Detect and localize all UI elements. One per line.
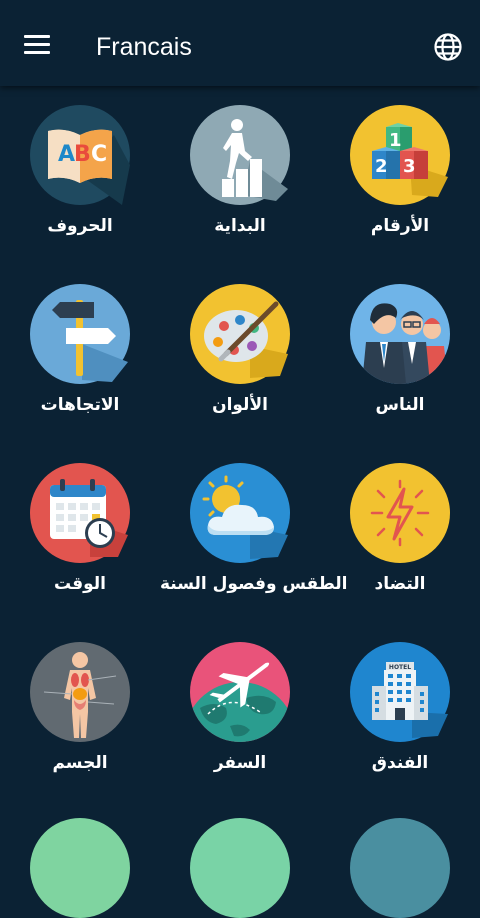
lightning-icon [350,463,450,563]
alphabet-book-icon: A B C [30,105,130,205]
svg-text:1: 1 [389,130,402,151]
category-label: الفندق [371,753,429,773]
category-letters[interactable]: A B C الحروف [0,86,160,256]
category-label: السفر [213,753,267,773]
app-title: Francais [96,33,192,61]
svg-text:C: C [91,142,107,167]
category-label: البداية [214,216,266,236]
category-label: الأرقام [370,216,430,236]
category-label: الناس [375,395,425,415]
category-partial-icon[interactable] [190,818,290,918]
svg-text:2: 2 [375,156,388,177]
paint-palette-icon [190,284,290,384]
category-travel[interactable]: السفر [160,623,320,793]
number-blocks-icon: 1 2 3 [350,105,450,205]
category-body[interactable]: الجسم [0,623,160,793]
svg-text:3: 3 [403,156,416,177]
category-label: التضاد [374,574,426,594]
app-bar: Francais [0,0,480,86]
category-people[interactable]: الناس [320,265,480,435]
climbing-stairs-icon [190,105,290,205]
svg-text:B: B [74,142,91,167]
airplane-globe-icon [190,642,290,742]
direction-signpost-icon [30,284,130,384]
globe-icon[interactable] [433,32,463,62]
category-label: الحروف [47,216,113,236]
hamburger-menu-icon[interactable] [24,35,50,55]
calendar-clock-icon [30,463,130,563]
category-directions[interactable]: الاتجاهات [0,265,160,435]
human-body-icon [30,642,130,742]
category-partial-icon[interactable] [350,818,450,918]
category-hotel[interactable]: HOTEL الفندق [320,623,480,793]
category-time[interactable]: الوقت [0,444,160,614]
category-label: الألوان [212,395,268,415]
category-weather-seasons[interactable]: الطقس وفصول السنة [160,444,348,614]
svg-text:A: A [58,142,75,167]
svg-text:HOTEL: HOTEL [389,664,411,671]
hotel-building-icon: HOTEL [350,642,450,742]
sun-cloud-icon [190,463,290,563]
category-label: الاتجاهات [40,395,120,415]
category-opposites[interactable]: التضاد [320,444,480,614]
category-label: الوقت [54,574,106,594]
category-beginning[interactable]: البداية [160,86,320,256]
category-numbers[interactable]: 1 2 3 الأرقام [320,86,480,256]
category-colors[interactable]: الألوان [160,265,320,435]
category-label: الطقس وفصول السنة [160,574,348,594]
people-group-icon [350,284,450,384]
category-label: الجسم [52,753,108,773]
category-partial-icon[interactable] [30,818,130,918]
